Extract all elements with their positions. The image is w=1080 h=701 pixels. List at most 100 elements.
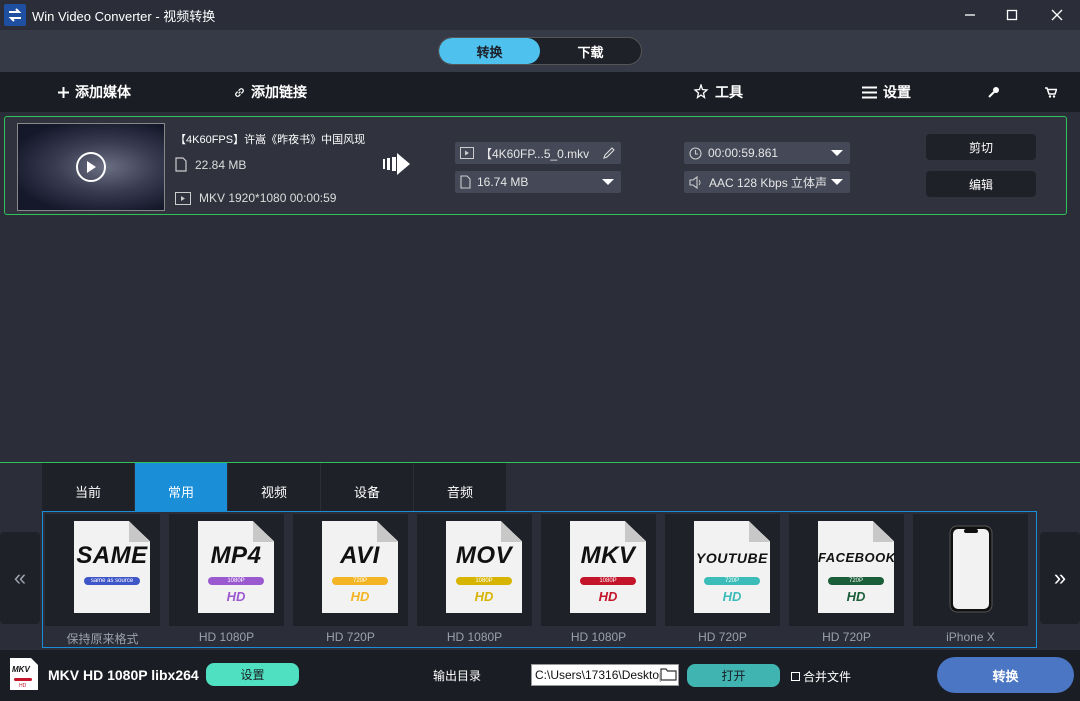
format-mov[interactable]: MOV 1080P HD HD 1080P — [417, 514, 532, 644]
format-youtube[interactable]: YOUTUBE 720P HD HD 720P — [665, 514, 780, 644]
double-chevron-right-icon: » — [1053, 565, 1067, 590]
scroll-right-button[interactable]: » — [1040, 532, 1080, 624]
edit-button[interactable]: 编辑 — [926, 171, 1036, 197]
mode-toggle: 转换 下载 — [438, 37, 642, 65]
file-name: 【4K60FPS】许嵩《昨夜书》中国风现场 — [175, 134, 365, 146]
video-thumbnail[interactable] — [17, 123, 165, 211]
format-badge: 1080P — [208, 577, 264, 585]
audio-info: AAC 128 Kbps 立体声 — [709, 175, 828, 190]
doc-fold — [749, 521, 770, 542]
format-badge: 1080P — [580, 577, 636, 585]
file-size: 22.84 MB — [195, 157, 247, 172]
format-hd: HD — [226, 589, 246, 604]
tab-download[interactable]: 下载 — [540, 38, 641, 64]
title-bar: Win Video Converter - 视频转换 — [0, 0, 1080, 30]
link-icon — [235, 87, 244, 97]
format-label: HD 1080P — [446, 630, 503, 644]
format-title: SAME — [76, 542, 148, 569]
add-media-button[interactable]: 添加媒体 — [58, 72, 131, 112]
open-folder-button[interactable]: 打开 — [687, 664, 780, 687]
cart-button[interactable] — [1045, 72, 1063, 112]
pencil-icon[interactable] — [603, 147, 615, 159]
profile-tabs: 当前 常用 视频 设备 音频 — [42, 463, 507, 511]
wrench-button[interactable] — [988, 72, 1006, 112]
format-title: AVI — [340, 542, 380, 569]
format-grid: SAME same as source 保持原来格式 MP4 1080P HD … — [42, 511, 1037, 648]
format-iphone-x[interactable]: iPhone X — [913, 514, 1028, 644]
format-badge: 720P — [828, 577, 884, 585]
cut-button[interactable]: 剪切 — [926, 134, 1036, 160]
format-title: FACEBOOK — [818, 550, 896, 565]
mode-bar: 转换 下载 — [0, 30, 1080, 72]
merge-checkbox[interactable] — [791, 672, 800, 681]
settings-label: 设置 — [883, 84, 911, 100]
add-media-label: 添加媒体 — [75, 84, 131, 100]
file-icon — [460, 175, 471, 189]
tools-button[interactable]: 工具 — [693, 72, 743, 112]
merge-files-option[interactable]: 合并文件 — [791, 668, 851, 685]
format-badge: 720P — [704, 577, 760, 585]
magic-wand-icon — [693, 84, 709, 100]
format-same[interactable]: SAME same as source 保持原来格式 — [45, 514, 160, 646]
video-file-icon — [175, 191, 191, 205]
tools-label: 工具 — [715, 84, 743, 100]
doc-fold — [501, 521, 522, 542]
add-link-button[interactable]: 添加链接 — [234, 72, 307, 112]
maximize-button[interactable] — [989, 0, 1035, 30]
chevron-down-icon — [602, 179, 614, 185]
chevron-down-icon — [831, 179, 843, 185]
minimize-button[interactable] — [947, 0, 993, 30]
output-size: 16.74 MB — [477, 175, 529, 189]
format-avi[interactable]: AVI 720P HD HD 720P — [293, 514, 408, 644]
svg-text:HD: HD — [19, 683, 27, 689]
format-mp4[interactable]: MP4 1080P HD HD 1080P — [169, 514, 284, 644]
doc-fold — [625, 521, 646, 542]
double-chevron-left-icon: « — [13, 565, 27, 590]
duration: 00:00:59.861 — [708, 146, 779, 160]
scroll-left-button[interactable]: « — [0, 532, 40, 624]
format-hd: HD — [350, 589, 370, 604]
format-badge: 720P — [332, 577, 388, 585]
play-icon[interactable] — [76, 152, 106, 182]
duration-dropdown[interactable]: 00:00:59.861 — [684, 142, 850, 164]
format-title: MKV — [580, 542, 636, 569]
format-hd: HD — [722, 589, 742, 604]
tab-current[interactable]: 当前 — [42, 463, 135, 511]
settings-button[interactable]: 设置 — [862, 72, 911, 112]
file-row[interactable]: 【4K60FPS】许嵩《昨夜书》中国风现场 22.84 MB MKV 1920*… — [4, 116, 1067, 215]
audio-dropdown[interactable]: AAC 128 Kbps 立体声 — [684, 171, 850, 193]
clock-icon — [689, 146, 702, 160]
bottom-bar: MKV HD MKV HD 1080P libx264 设置 输出目录 C:\Us… — [0, 650, 1080, 701]
tab-common[interactable]: 常用 — [135, 463, 228, 511]
format-mkv[interactable]: MKV 1080P HD HD 1080P — [541, 514, 656, 644]
convert-button[interactable]: 转换 — [937, 657, 1074, 693]
folder-icon[interactable] — [660, 667, 677, 681]
tab-video[interactable]: 视频 — [228, 463, 321, 511]
profile-panel: 当前 常用 视频 设备 音频 SAME same as source 保持原来格… — [0, 462, 1080, 650]
format-label: 保持原来格式 — [66, 632, 139, 646]
output-filename-field[interactable]: 【4K60FP...5_0.mkv — [455, 142, 621, 164]
output-size-dropdown[interactable]: 16.74 MB — [455, 171, 621, 193]
file-info-row: MKV 1920*1080 00:00:59 — [175, 191, 336, 205]
output-path-field[interactable]: C:\Users\17316\Desktop — [531, 664, 679, 686]
output-filename: 【4K60FP...5_0.mkv — [480, 146, 590, 161]
file-icon — [175, 157, 187, 172]
plus-icon — [58, 86, 69, 98]
format-label: HD 1080P — [570, 630, 627, 644]
format-facebook[interactable]: FACEBOOK 720P HD HD 720P — [789, 514, 904, 644]
merge-label: 合并文件 — [803, 670, 852, 684]
close-button[interactable] — [1034, 0, 1080, 30]
cart-icon — [1045, 86, 1057, 98]
tab-device[interactable]: 设备 — [321, 463, 414, 511]
speaker-icon — [689, 175, 703, 189]
tab-convert[interactable]: 转换 — [439, 38, 540, 64]
format-badge: 1080P — [456, 577, 512, 585]
format-settings-button[interactable]: 设置 — [206, 663, 299, 686]
tab-audio[interactable]: 音频 — [414, 463, 507, 511]
output-dir-label: 输出目录 — [433, 669, 482, 683]
doc-fold — [873, 521, 894, 542]
toolbar: 添加媒体 添加链接 工具 设置 — [0, 72, 1080, 112]
format-label: HD 720P — [822, 630, 871, 644]
format-label: HD 1080P — [198, 630, 255, 644]
format-title: MOV — [455, 542, 513, 569]
